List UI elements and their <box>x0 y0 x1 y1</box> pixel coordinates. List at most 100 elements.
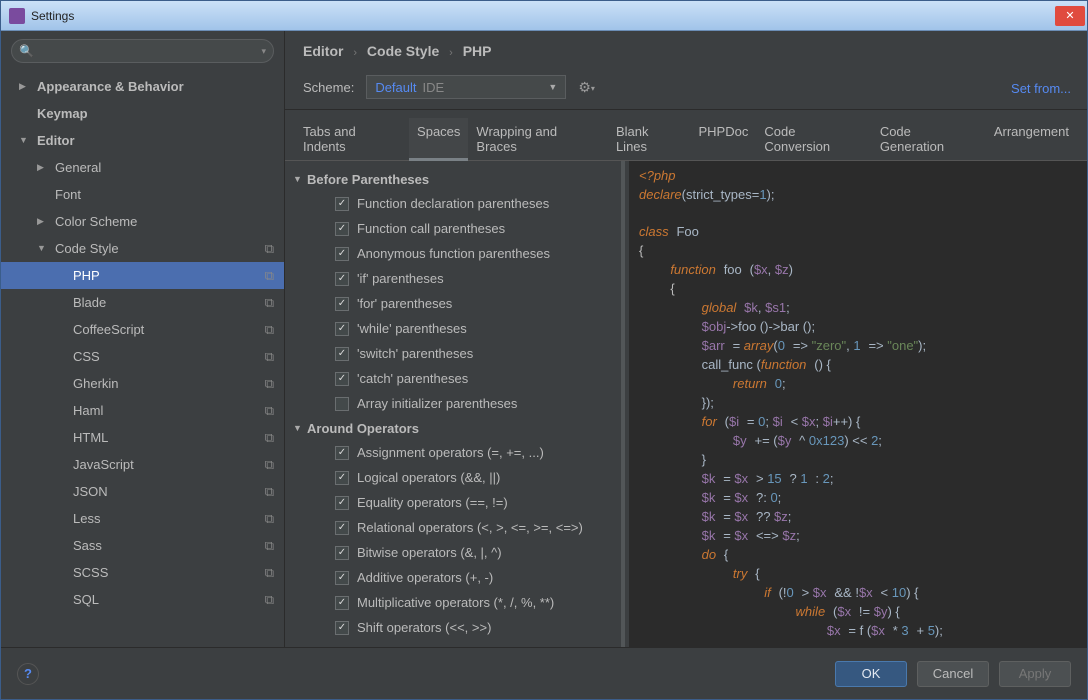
tree-arrow-icon[interactable] <box>37 216 49 227</box>
tab-wrapping-and-braces[interactable]: Wrapping and Braces <box>468 118 608 160</box>
option-label: Additive operators (+, -) <box>357 570 493 585</box>
help-button[interactable]: ? <box>17 663 39 685</box>
tree-label: Editor <box>37 133 284 148</box>
option-label: Function declaration parentheses <box>357 196 549 211</box>
tree-item-css[interactable]: CSS⧉ <box>1 343 284 370</box>
option-label: Shift operators (<<, >>) <box>357 620 491 635</box>
tree-item-json[interactable]: JSON⧉ <box>1 478 284 505</box>
project-scope-icon: ⧉ <box>265 349 274 365</box>
search-dropdown-icon[interactable]: ▾ <box>261 46 266 57</box>
option-checkbox[interactable]: ✓ <box>335 347 349 361</box>
window-close-button[interactable]: ✕ <box>1055 6 1085 26</box>
option-checkbox[interactable]: ✓ <box>335 496 349 510</box>
tree-item-scss[interactable]: SCSS⧉ <box>1 559 284 586</box>
tree-item-html[interactable]: HTML⧉ <box>1 424 284 451</box>
tab-code-conversion[interactable]: Code Conversion <box>756 118 871 160</box>
tree-item-sass[interactable]: Sass⧉ <box>1 532 284 559</box>
section-header[interactable]: ▼Before Parentheses <box>285 167 621 191</box>
option-checkbox[interactable]: ✓ <box>335 596 349 610</box>
project-scope-icon: ⧉ <box>265 241 274 257</box>
scheme-select[interactable]: Default IDE ▼ <box>366 75 566 99</box>
option-checkbox[interactable] <box>335 397 349 411</box>
option-checkbox[interactable]: ✓ <box>335 546 349 560</box>
section-header[interactable]: ▼Around Operators <box>285 416 621 440</box>
option-checkbox[interactable]: ✓ <box>335 471 349 485</box>
tab-arrangement[interactable]: Arrangement <box>986 118 1077 160</box>
tree-item-font[interactable]: Font <box>1 181 284 208</box>
option-row: ✓ Function declaration parentheses <box>285 191 621 216</box>
titlebar: Settings ✕ <box>1 1 1087 31</box>
breadcrumb-a[interactable]: Editor <box>303 43 343 59</box>
scheme-label: Scheme: <box>303 80 354 95</box>
app-icon <box>9 8 25 24</box>
gear-icon[interactable]: ⚙︎▾ <box>578 79 595 96</box>
tab-spaces[interactable]: Spaces <box>409 118 468 161</box>
tree-item-php[interactable]: PHP⧉ <box>1 262 284 289</box>
apply-button[interactable]: Apply <box>999 661 1071 687</box>
tab-code-generation[interactable]: Code Generation <box>872 118 986 160</box>
ok-button[interactable]: OK <box>835 661 907 687</box>
option-label: Logical operators (&&, ||) <box>357 470 500 485</box>
tree-label: Font <box>55 187 284 202</box>
tree-item-coffeescript[interactable]: CoffeeScript⧉ <box>1 316 284 343</box>
cancel-button[interactable]: Cancel <box>917 661 989 687</box>
option-row: ✓Bitwise operators (&, |, ^) <box>285 540 621 565</box>
option-checkbox[interactable]: ✓ <box>335 297 349 311</box>
option-row: ✓Multiplicative operators (*, /, %, **) <box>285 590 621 615</box>
tree-item-appearance-behavior[interactable]: Appearance & Behavior <box>1 73 284 100</box>
window-title: Settings <box>31 9 1055 23</box>
scheme-value: Default <box>375 80 416 95</box>
tree-item-general[interactable]: General <box>1 154 284 181</box>
settings-tree: Appearance & Behavior Keymap Editor General… <box>1 69 284 647</box>
option-row: ✓'if' parentheses <box>285 266 621 291</box>
set-from-link[interactable]: Set from... <box>1011 81 1071 96</box>
option-checkbox[interactable]: ✓ <box>335 222 349 236</box>
option-checkbox[interactable]: ✓ <box>335 272 349 286</box>
option-label: Function call parentheses <box>357 221 505 236</box>
option-checkbox[interactable]: ✓ <box>335 372 349 386</box>
tab-blank-lines[interactable]: Blank Lines <box>608 118 691 160</box>
breadcrumb-b[interactable]: Code Style <box>367 43 439 59</box>
tree-item-less[interactable]: Less⧉ <box>1 505 284 532</box>
project-scope-icon: ⧉ <box>265 295 274 311</box>
tree-label: CSS <box>73 349 265 364</box>
tree-label: Sass <box>73 538 265 553</box>
tree-arrow-icon[interactable] <box>37 243 49 254</box>
tree-item-code-style[interactable]: Code Style⧉ <box>1 235 284 262</box>
tree-item-gherkin[interactable]: Gherkin⧉ <box>1 370 284 397</box>
tree-label: Less <box>73 511 265 526</box>
tree-item-keymap[interactable]: Keymap <box>1 100 284 127</box>
tree-item-color-scheme[interactable]: Color Scheme <box>1 208 284 235</box>
tree-item-javascript[interactable]: JavaScript⧉ <box>1 451 284 478</box>
section-title: Around Operators <box>307 421 419 436</box>
option-checkbox[interactable]: ✓ <box>335 571 349 585</box>
tree-label: General <box>55 160 284 175</box>
option-label: 'switch' parentheses <box>357 346 473 361</box>
option-label: Relational operators (<, >, <=, >=, <=>) <box>357 520 583 535</box>
tree-item-sql[interactable]: SQL⧉ <box>1 586 284 613</box>
options-panel: ▼Before Parentheses ✓ Function declaration… <box>285 161 625 647</box>
tree-item-haml[interactable]: Haml⧉ <box>1 397 284 424</box>
option-row: ✓Anonymous function parentheses <box>285 241 621 266</box>
tab-phpdoc[interactable]: PHPDoc <box>691 118 757 160</box>
tree-label: SQL <box>73 592 265 607</box>
tree-arrow-icon[interactable] <box>37 162 49 173</box>
option-checkbox[interactable]: ✓ <box>335 446 349 460</box>
option-checkbox[interactable]: ✓ <box>335 197 349 211</box>
tree-label: SCSS <box>73 565 265 580</box>
option-row: ✓ Shift operators (<<, >>) <box>285 615 621 640</box>
tree-arrow-icon[interactable] <box>19 135 31 146</box>
option-row: ✓ Logical operators (&&, ||) <box>285 465 621 490</box>
tree-arrow-icon[interactable] <box>19 81 31 92</box>
option-checkbox[interactable]: ✓ <box>335 322 349 336</box>
option-checkbox[interactable]: ✓ <box>335 521 349 535</box>
section-arrow-icon: ▼ <box>293 174 307 184</box>
option-checkbox[interactable]: ✓ <box>335 247 349 261</box>
tree-label: Keymap <box>37 106 284 121</box>
tree-item-blade[interactable]: Blade⧉ <box>1 289 284 316</box>
search-input[interactable] <box>11 39 274 63</box>
option-row: Array initializer parentheses <box>285 391 621 416</box>
tree-item-editor[interactable]: Editor <box>1 127 284 154</box>
option-checkbox[interactable]: ✓ <box>335 621 349 635</box>
tab-tabs-and-indents[interactable]: Tabs and Indents <box>295 118 409 160</box>
